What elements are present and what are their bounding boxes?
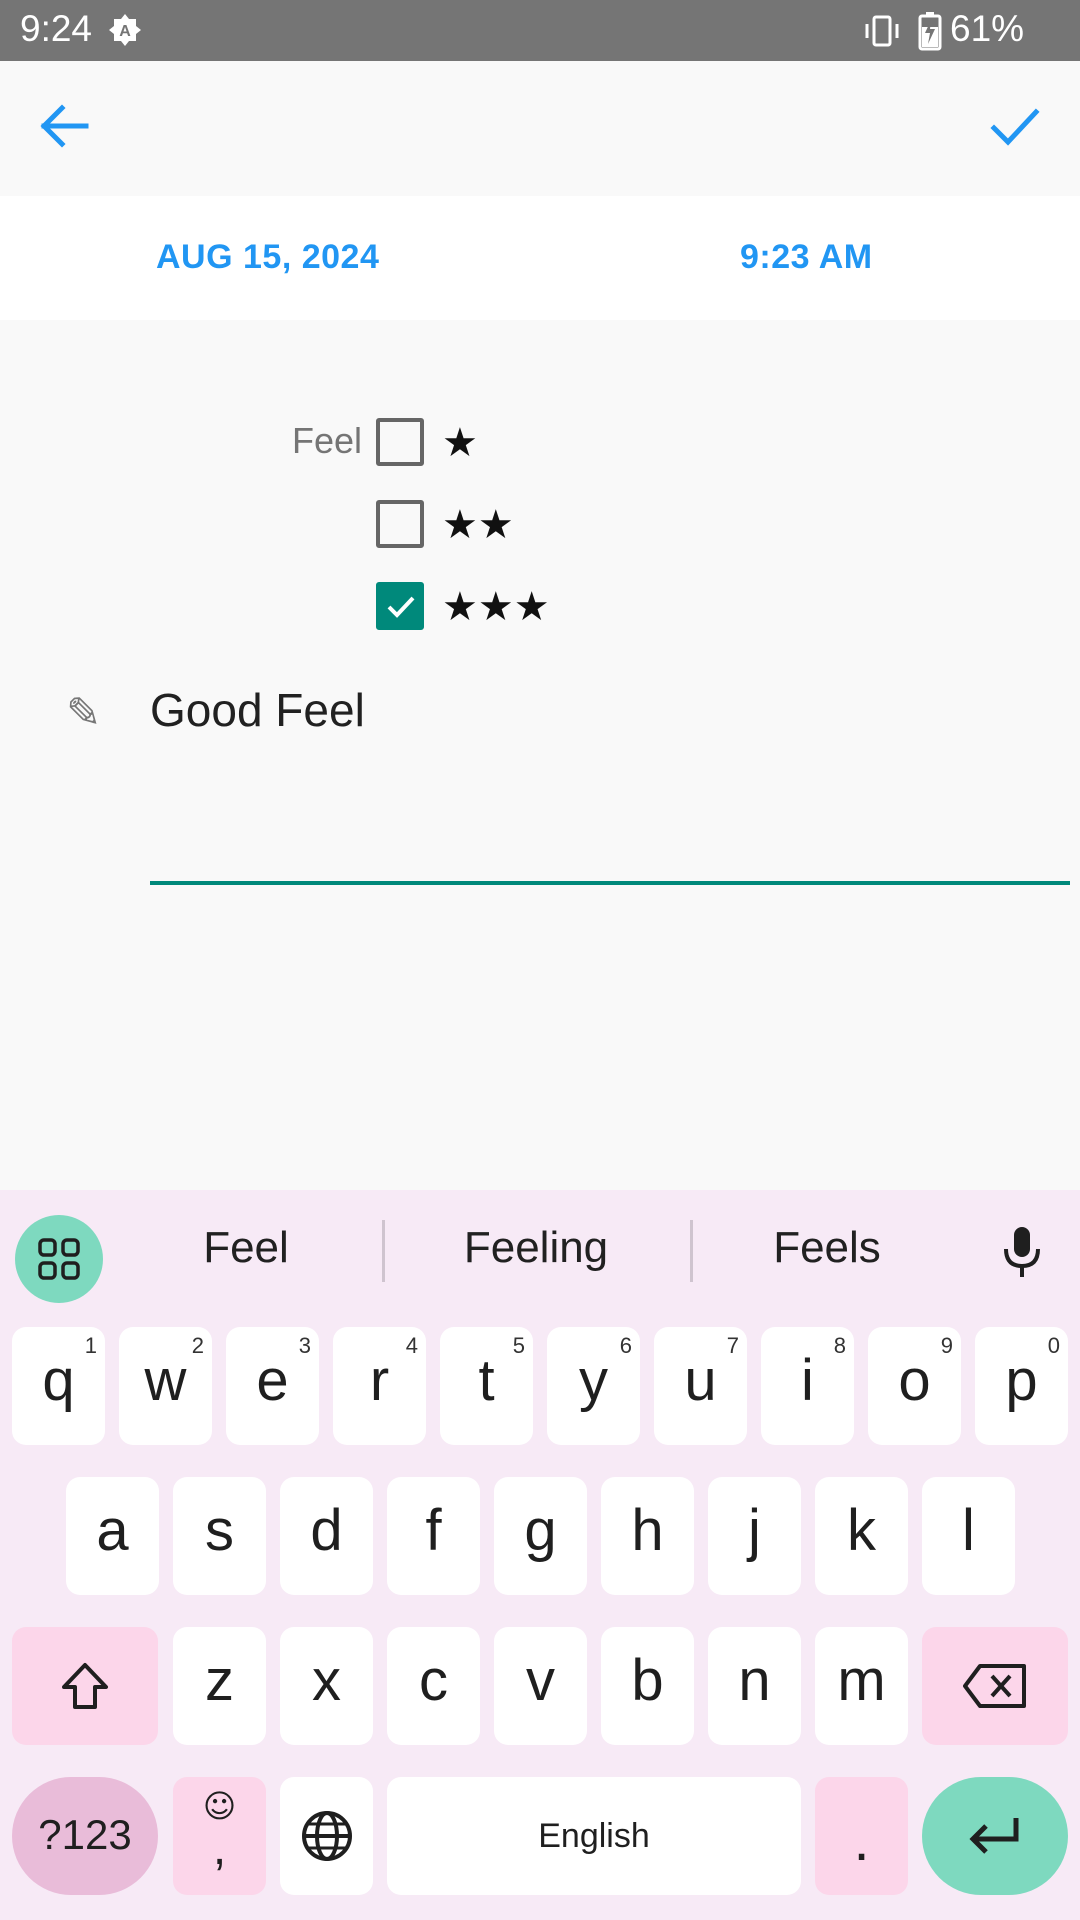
note-input[interactable]: Good Feel [150,683,365,737]
enter-icon [969,1818,1019,1854]
stars-1: ★ [442,420,478,466]
suggestion-divider [382,1220,385,1282]
arrow-left-icon[interactable] [30,91,100,161]
vibrate-icon [865,15,899,47]
language-key[interactable] [280,1777,373,1895]
key-a[interactable]: a [66,1477,159,1595]
key-k[interactable]: k [815,1477,908,1595]
key-o[interactable]: o9 [868,1327,961,1445]
auto-brightness-icon: A [109,14,141,46]
key-m[interactable]: m [815,1627,908,1745]
pencil-icon: ✎ [66,688,102,737]
feel-label: Feel [292,420,363,461]
apps-grid-button[interactable] [15,1215,103,1303]
keyboard: Feel Feeling Feels q1 w2 e3 r4 t5 y6 u7 … [0,1190,1080,1920]
status-bar: 9:24 A 61% [0,0,1080,61]
date-button[interactable]: AUG 15, 2024 [156,238,379,277]
suggestion-3[interactable]: Feels [697,1223,957,1273]
key-r[interactable]: r4 [333,1327,426,1445]
key-p[interactable]: p0 [975,1327,1068,1445]
key-z[interactable]: z [173,1627,266,1745]
checkmark-icon [387,596,415,618]
key-i[interactable]: i8 [761,1327,854,1445]
key-v[interactable]: v [494,1627,587,1745]
microphone-icon[interactable] [998,1224,1046,1280]
suggestion-1[interactable]: Feel [116,1223,376,1273]
shift-key[interactable] [12,1627,158,1745]
key-b[interactable]: b [601,1627,694,1745]
key-j[interactable]: j [708,1477,801,1595]
key-l[interactable]: l [922,1477,1015,1595]
key-x[interactable]: x [280,1627,373,1745]
note-underline [150,881,1070,885]
svg-text:A: A [119,23,131,40]
period-key[interactable]: . [815,1777,908,1895]
status-time: 9:24 [20,8,93,49]
key-e[interactable]: e3 [226,1327,319,1445]
toolbar [0,61,1080,196]
key-n[interactable]: n [708,1627,801,1745]
key-y[interactable]: y6 [547,1327,640,1445]
suggestion-2[interactable]: Feeling [406,1223,666,1273]
stars-2: ★★ [442,502,514,548]
key-t[interactable]: t5 [440,1327,533,1445]
key-f[interactable]: f [387,1477,480,1595]
key-q[interactable]: q1 [12,1327,105,1445]
key-g[interactable]: g [494,1477,587,1595]
key-d[interactable]: d [280,1477,373,1595]
key-c[interactable]: c [387,1627,480,1745]
backspace-icon [963,1664,1026,1708]
time-button[interactable]: 9:23 AM [740,238,873,277]
checkbox-3[interactable] [376,582,424,630]
symbols-key[interactable]: ?123 [12,1777,158,1895]
battery-charging-icon [918,12,942,51]
key-h[interactable]: h [601,1477,694,1595]
date-time-row: AUG 15, 2024 9:23 AM [0,196,1080,320]
space-key[interactable]: English [387,1777,801,1895]
emoji-icon: ☺ [202,1787,237,1825]
check-icon[interactable] [980,91,1050,161]
enter-key[interactable] [922,1777,1068,1895]
shift-icon [62,1663,108,1709]
globe-icon [302,1811,352,1861]
suggestion-bar: Feel Feeling Feels [0,1190,1080,1310]
checkbox-1[interactable] [376,418,424,466]
stars-3: ★★★ [442,584,550,630]
battery-percent: 61% [950,8,1025,49]
backspace-key[interactable] [922,1627,1068,1745]
key-u[interactable]: u7 [654,1327,747,1445]
key-w[interactable]: w2 [119,1327,212,1445]
grid-icon [38,1238,80,1280]
checkbox-2[interactable] [376,500,424,548]
suggestion-divider [690,1220,693,1282]
emoji-comma-key[interactable]: ☺ , [173,1777,266,1895]
key-s[interactable]: s [173,1477,266,1595]
